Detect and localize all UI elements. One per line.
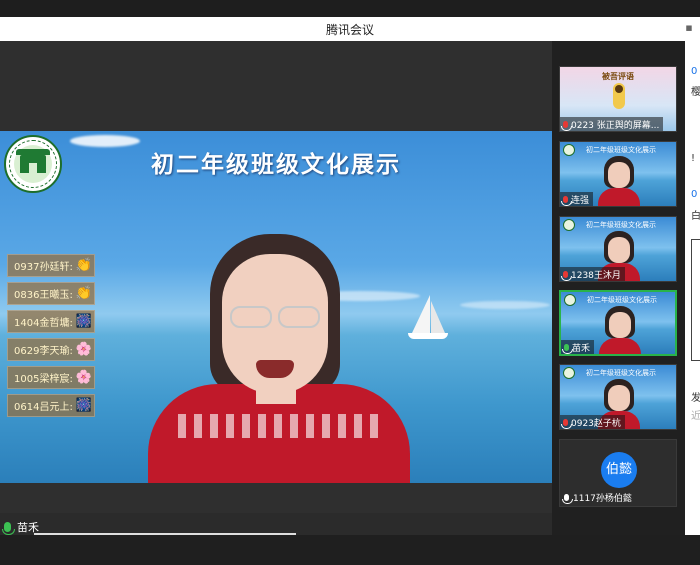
chat-fragment: ! <box>691 153 696 164</box>
gift-sender: 1005梁梓宸: <box>14 374 73 385</box>
participant-video <box>599 306 641 354</box>
chat-fragment: 白 <box>691 211 700 222</box>
avatar: 伯懿 <box>601 452 637 488</box>
microphone-muted-icon <box>561 270 572 281</box>
chat-fragment: 0 <box>691 66 698 77</box>
main-stage: 初二年级班级文化展示 0937孙廷轩: 👏 0836王曦玉: 👏 1404金哲墉… <box>0 41 552 535</box>
gift-sender: 1404金哲墉: <box>14 318 73 329</box>
presenter-video-figure <box>148 234 410 483</box>
participant-name: 0923赵子杭 <box>571 418 621 429</box>
participant-tile[interactable]: 初二年级班级文化展示 1238王沐月 <box>559 216 677 282</box>
gift-list: 0937孙廷轩: 👏 0836王曦玉: 👏 1404金哲墉: 🎆 0629李天瑜… <box>7 254 95 422</box>
chat-fragment: 0 <box>691 189 698 200</box>
school-logo-icon <box>563 367 575 379</box>
participant-tile[interactable]: 初二年级班级文化展示 连强 <box>559 141 677 207</box>
microphone-muted-icon <box>561 120 572 131</box>
meeting-window: 腾讯会议 ▪ 初二年级班级文化展示 0937孙廷轩: 👏 0836王曦玉: 👏 … <box>0 0 700 565</box>
microphone-icon <box>2 522 15 535</box>
participant-name-tag: 1117孙杨伯懿 <box>560 490 636 504</box>
sailboat-decoration <box>404 295 454 343</box>
video-banner-title: 初二年级班级文化展示 <box>151 152 401 178</box>
flower-icon: 🌸 <box>75 341 93 357</box>
gift-sender: 0836王曦玉: <box>14 290 73 301</box>
microphone-icon <box>562 493 573 504</box>
gift-sender: 0629李天瑜: <box>14 346 73 357</box>
flower-icon: 🌸 <box>75 369 93 385</box>
title-bar: 腾讯会议 ▪ <box>0 17 700 41</box>
tile-banner: 初二年级班级文化展示 <box>587 296 657 304</box>
chat-image-preview[interactable] <box>691 239 700 361</box>
gift-message: 1404金哲墉: 🎆 <box>7 310 95 333</box>
participant-name-tag: 苗禾 <box>561 340 595 354</box>
school-logo-icon <box>564 294 576 306</box>
cartoon-figure-icon <box>613 83 625 109</box>
speaker-bar <box>0 513 552 535</box>
participant-name: 0223 张正舆的屏幕... <box>571 120 660 131</box>
gift-message: 1005梁梓宸: 🌸 <box>7 366 95 389</box>
main-video[interactable]: 初二年级班级文化展示 0937孙廷轩: 👏 0836王曦玉: 👏 1404金哲墉… <box>0 131 552 483</box>
participant-name-tag: 连强 <box>560 192 594 206</box>
participant-name: 连强 <box>571 195 590 206</box>
microphone-icon <box>562 343 573 354</box>
gift-sender: 0614吕元上: <box>14 402 73 413</box>
tile-banner: 初二年级班级文化展示 <box>586 221 656 229</box>
clapping-hands-icon: 👏 <box>75 285 93 301</box>
gift-message: 0629李天瑜: 🌸 <box>7 338 95 361</box>
gift-message: 0836王曦玉: 👏 <box>7 282 95 305</box>
participant-name-tag: 0223 张正舆的屏幕... <box>560 117 664 131</box>
participant-video <box>598 156 640 206</box>
slide-title: 被吾评语 <box>602 72 634 81</box>
participant-name: 苗禾 <box>572 343 591 354</box>
participant-name-tag: 1238王沐月 <box>560 267 625 281</box>
bottom-toolbar <box>0 535 700 565</box>
clapping-hands-icon: 👏 <box>75 257 93 273</box>
school-logo-icon <box>563 219 575 231</box>
gift-sender: 0937孙廷轩: <box>14 262 73 273</box>
gift-message: 0614吕元上: 🎆 <box>7 394 95 417</box>
participant-name: 1238王沐月 <box>571 270 621 281</box>
participant-name-tag: 0923赵子杭 <box>560 415 625 429</box>
tile-banner: 初二年级班级文化展示 <box>586 369 656 377</box>
participant-tile[interactable]: 初二年级班级文化展示 0923赵子杭 <box>559 364 677 430</box>
participant-tile[interactable]: 被吾评语 0223 张正舆的屏幕... <box>559 66 677 132</box>
window-title: 腾讯会议 <box>325 23 374 37</box>
top-strip <box>0 0 700 17</box>
participant-name: 1117孙杨伯懿 <box>573 493 632 504</box>
participant-tile-active[interactable]: 初二年级班级文化展示 苗禾 <box>559 290 677 356</box>
chat-input-placeholder[interactable]: 近 <box>691 407 700 422</box>
chat-fragment: 樱 <box>691 87 700 98</box>
cloud-decoration <box>460 301 550 309</box>
tile-banner: 初二年级班级文化展示 <box>586 146 656 154</box>
microphone-muted-icon <box>561 195 572 206</box>
fireworks-icon: 🎆 <box>75 313 93 329</box>
microphone-muted-icon <box>561 418 572 429</box>
participant-tile[interactable]: 伯懿 1117孙杨伯懿 <box>559 439 677 507</box>
chat-input-label[interactable]: 发 <box>691 389 700 404</box>
chat-panel[interactable]: 0 樱 ! 0 白 发 近 <box>685 41 700 535</box>
participant-rail: 被吾评语 0223 张正舆的屏幕... 初二年级班级文化展示 连强 初二年级班级… <box>552 41 685 535</box>
gift-message: 0937孙廷轩: 👏 <box>7 254 95 277</box>
fireworks-icon: 🎆 <box>75 397 93 413</box>
school-logo-icon <box>563 144 575 156</box>
grid-menu-icon[interactable]: ▪ <box>682 21 696 35</box>
